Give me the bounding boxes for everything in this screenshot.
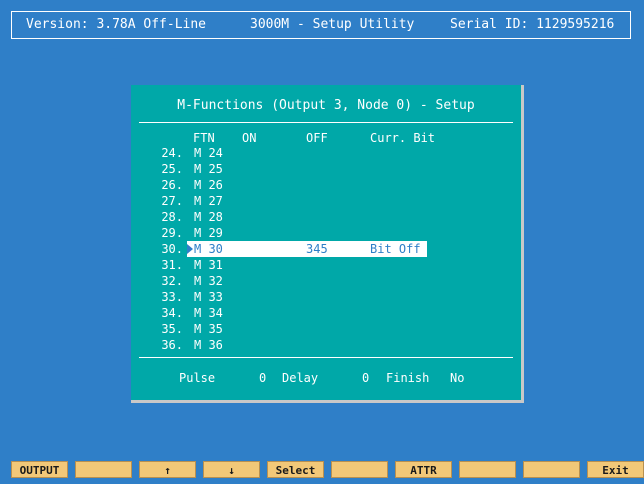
column-header-off: OFF [306, 131, 328, 145]
pulse-value[interactable]: 0 [259, 371, 266, 385]
delay-value[interactable]: 0 [362, 371, 369, 385]
list-item[interactable]: 28. M 28 [131, 209, 521, 225]
function-name: M 32 [194, 274, 223, 288]
function-key-bar: OUTPUT ↑ ↓ Select ATTR Exit [11, 461, 644, 478]
list-item[interactable]: 32. M 32 [131, 273, 521, 289]
function-name: M 24 [194, 146, 223, 160]
list-item[interactable]: 27. M 27 [131, 193, 521, 209]
exit-key[interactable]: Exit [587, 461, 644, 478]
f6-key[interactable] [331, 461, 388, 478]
column-header-curr-bit: Curr. Bit [370, 131, 436, 145]
function-name: M 27 [194, 194, 223, 208]
cursor-arrow-icon [187, 244, 193, 254]
row-number: 28. [161, 210, 183, 224]
row-number: 30. [161, 242, 183, 256]
f9-key[interactable] [523, 461, 580, 478]
footer-divider [139, 357, 513, 358]
pulse-label: Pulse [179, 371, 216, 385]
row-number: 29. [161, 226, 183, 240]
row-number: 36. [161, 338, 183, 352]
row-number: 34. [161, 306, 183, 320]
app-title: 3000M - Setup Utility [250, 17, 415, 32]
row-number: 35. [161, 322, 183, 336]
f2-key[interactable] [75, 461, 132, 478]
output-key[interactable]: OUTPUT [11, 461, 68, 478]
dialog-title: M-Functions (Output 3, Node 0) - Setup [177, 98, 475, 113]
function-name: M 35 [194, 322, 223, 336]
status-bar: Version: 3.78A Off-Line 3000M - Setup Ut… [11, 11, 631, 39]
function-name: M 31 [194, 258, 223, 272]
function-name: M 33 [194, 290, 223, 304]
function-name: M 28 [194, 210, 223, 224]
column-header-ftn: FTN [193, 131, 215, 145]
list-item[interactable]: 25. M 25 [131, 161, 521, 177]
list-item[interactable]: 36. M 36 [131, 337, 521, 353]
function-name: M 26 [194, 178, 223, 192]
column-header-on: ON [242, 131, 257, 145]
list-item[interactable]: 34. M 34 [131, 305, 521, 321]
row-number: 25. [161, 162, 183, 176]
row-number: 24. [161, 146, 183, 160]
list-item[interactable]: 33. M 33 [131, 289, 521, 305]
finish-value[interactable]: No [450, 371, 464, 385]
row-number: 31. [161, 258, 183, 272]
list-item[interactable]: 35. M 35 [131, 321, 521, 337]
version-label: Version: 3.78A Off-Line [26, 17, 207, 32]
function-name: M 30 [194, 242, 223, 256]
current-bit: Bit Off [370, 242, 421, 256]
down-arrow-key[interactable]: ↓ [203, 461, 260, 478]
row-number: 27. [161, 194, 183, 208]
up-arrow-key[interactable]: ↑ [139, 461, 196, 478]
delay-label: Delay [282, 371, 319, 385]
list-item[interactable]: 30. M 30 345 Bit Off [131, 241, 521, 257]
list-item[interactable]: 29. M 29 [131, 225, 521, 241]
serial-id-label: Serial ID: 1129595216 [450, 17, 615, 32]
function-name: M 34 [194, 306, 223, 320]
m-functions-dialog: M-Functions (Output 3, Node 0) - Setup F… [131, 85, 524, 403]
f8-key[interactable] [459, 461, 516, 478]
list-item[interactable]: 31. M 31 [131, 257, 521, 273]
list-item[interactable]: 24. M 24 [131, 145, 521, 161]
function-name: M 36 [194, 338, 223, 352]
finish-label: Finish [386, 371, 430, 385]
row-number: 32. [161, 274, 183, 288]
row-number: 33. [161, 290, 183, 304]
function-name: M 25 [194, 162, 223, 176]
row-number: 26. [161, 178, 183, 192]
title-divider [139, 122, 513, 123]
select-key[interactable]: Select [267, 461, 324, 478]
attr-key[interactable]: ATTR [395, 461, 452, 478]
off-value: 345 [306, 242, 328, 256]
list-item[interactable]: 26. M 26 [131, 177, 521, 193]
function-name: M 29 [194, 226, 223, 240]
